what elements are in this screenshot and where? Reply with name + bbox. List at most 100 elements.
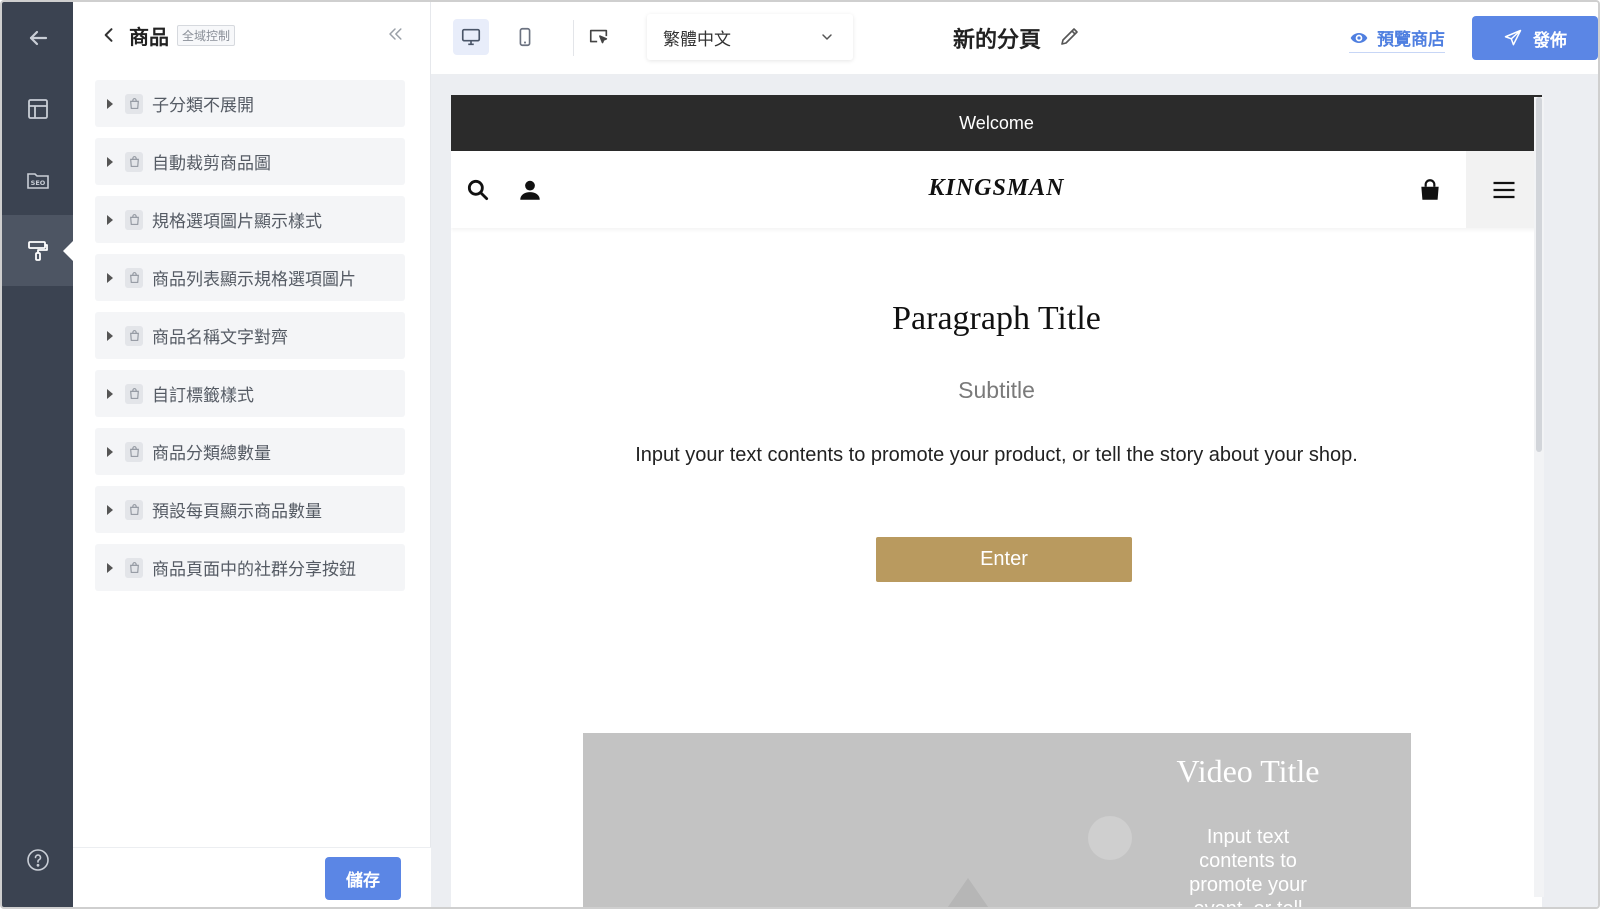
scrollbar-thumb[interactable] (1536, 97, 1542, 452)
publish-button[interactable]: 發佈 (1472, 16, 1598, 60)
panel-title: 商品 (129, 24, 169, 49)
bag-badge (125, 499, 143, 520)
setting-item-custom-label-style[interactable]: 自訂標籤樣式 (95, 370, 405, 417)
help-circle-icon (26, 848, 49, 871)
shopping-bag-icon (129, 214, 139, 225)
toolbar-divider (573, 20, 574, 56)
paint-roller-icon (27, 240, 48, 261)
video-title[interactable]: Video Title (1153, 753, 1343, 790)
save-button[interactable]: 儲存 (325, 857, 401, 900)
layout-icon (27, 98, 48, 119)
shopping-bag-icon[interactable] (1417, 177, 1443, 203)
preview-canvas: Welcome KINGSMAN Paragraph Title Subtitl… (431, 75, 1598, 907)
seo-label: SEO (30, 179, 45, 187)
shopping-bag-icon (129, 156, 139, 167)
caret-right-icon (107, 330, 113, 341)
setting-item-auto-crop[interactable]: 自動裁剪商品圖 (95, 138, 405, 185)
back-button[interactable] (2, 2, 73, 73)
setting-item-per-page-count[interactable]: 預設每頁顯示商品數量 (95, 486, 405, 533)
bag-badge (125, 93, 143, 114)
shopping-bag-icon (129, 388, 139, 399)
left-icon-rail: SEO (2, 2, 73, 907)
setting-label: 子分類不展開 (152, 96, 254, 116)
setting-label: 自訂標籤樣式 (152, 386, 254, 406)
bag-badge (125, 209, 143, 230)
paragraph-title[interactable]: Paragraph Title (451, 300, 1542, 338)
shopping-bag-icon (129, 272, 139, 283)
select-element-button[interactable] (581, 19, 617, 55)
bag-badge (125, 267, 143, 288)
language-select[interactable]: 繁體中文 (647, 14, 853, 60)
setting-label: 商品名稱文字對齊 (152, 328, 288, 348)
caret-right-icon (107, 562, 113, 573)
help-button[interactable] (2, 824, 73, 895)
caret-right-icon (107, 98, 113, 109)
video-block[interactable]: Video Title Input text contents to promo… (583, 733, 1411, 907)
announcement-bar[interactable]: Welcome (451, 95, 1542, 151)
store-header: KINGSMAN (451, 151, 1542, 228)
setting-label: 商品列表顯示規格選項圖片 (152, 270, 356, 290)
bag-badge (125, 383, 143, 404)
mobile-view-button[interactable] (507, 19, 543, 55)
top-toolbar: 繁體中文 新的分頁 預覽商店 發佈 (431, 2, 1598, 75)
caret-right-icon (107, 214, 113, 225)
video-text[interactable]: Input text contents to promote your even… (1173, 825, 1323, 907)
global-control-tag: 全域控制 (177, 24, 236, 46)
caret-right-icon (107, 156, 113, 167)
bag-badge (125, 441, 143, 462)
chevron-left-icon[interactable] (99, 25, 119, 45)
design-button[interactable] (2, 215, 73, 286)
bag-badge (125, 557, 143, 578)
shopping-bag-icon (129, 330, 139, 341)
caret-right-icon (107, 446, 113, 457)
store-preview: Welcome KINGSMAN Paragraph Title Subtitl… (451, 95, 1542, 907)
eye-icon (1350, 32, 1368, 43)
setting-label: 規格選項圖片顯示樣式 (152, 212, 322, 232)
settings-panel: 商品 全域控制 子分類不展開 自動裁剪商品圖 規格選項圖片顯示樣式 商品列表顯示… (73, 2, 431, 907)
setting-item-subcategory-collapse[interactable]: 子分類不展開 (95, 80, 405, 127)
paragraph-subtitle[interactable]: Subtitle (451, 377, 1542, 404)
collapse-panel-icon[interactable] (385, 24, 405, 44)
desktop-icon (461, 28, 481, 46)
setting-item-category-count[interactable]: 商品分類總數量 (95, 428, 405, 475)
hamburger-menu-button[interactable] (1466, 151, 1542, 228)
caret-right-icon (107, 388, 113, 399)
bag-badge (125, 325, 143, 346)
editor-window: SEO 商品 全域控制 子分類不展開 自動裁剪商品圖 規格選項圖片顯示樣式 商品… (0, 0, 1600, 909)
setting-label: 預設每頁顯示商品數量 (152, 502, 322, 522)
shopping-bag-icon (129, 504, 139, 515)
preview-scrollbar[interactable] (1534, 97, 1544, 897)
desktop-view-button[interactable] (453, 19, 489, 55)
enter-button[interactable]: Enter (876, 537, 1132, 582)
shopping-bag-icon (129, 98, 139, 109)
paragraph-body[interactable]: Input your text contents to promote your… (611, 441, 1382, 469)
language-value: 繁體中文 (663, 29, 731, 50)
page-name: 新的分頁 (953, 28, 1042, 53)
cursor-select-icon (589, 29, 608, 44)
setting-item-social-share[interactable]: 商品頁面中的社群分享按鈕 (95, 544, 405, 591)
mobile-icon (519, 27, 531, 47)
setting-item-variant-image-style[interactable]: 規格選項圖片顯示樣式 (95, 196, 405, 243)
caret-right-icon (107, 504, 113, 515)
setting-list: 子分類不展開 自動裁剪商品圖 規格選項圖片顯示樣式 商品列表顯示規格選項圖片 商 (95, 80, 405, 602)
shopping-bag-icon (129, 562, 139, 573)
hamburger-menu-icon (1493, 181, 1515, 198)
store-logo[interactable]: KINGSMAN (451, 175, 1542, 202)
preview-store-link[interactable]: 預覽商店 (1349, 25, 1445, 53)
pencil-icon[interactable] (1058, 24, 1082, 48)
send-icon (1504, 29, 1522, 46)
setting-item-list-variant-images[interactable]: 商品列表顯示規格選項圖片 (95, 254, 405, 301)
setting-label: 自動裁剪商品圖 (152, 154, 271, 174)
chevron-down-icon (822, 34, 832, 40)
bag-badge (125, 151, 143, 172)
preview-label: 預覽商店 (1377, 30, 1445, 50)
seo-folder-icon: SEO (26, 172, 49, 189)
setting-item-name-alignment[interactable]: 商品名稱文字對齊 (95, 312, 405, 359)
caret-right-icon (107, 272, 113, 283)
layout-button[interactable] (2, 73, 73, 144)
shopping-bag-icon (129, 446, 139, 457)
panel-footer: 儲存 (73, 847, 431, 907)
setting-label: 商品頁面中的社群分享按鈕 (152, 560, 356, 580)
seo-button[interactable]: SEO (2, 144, 73, 215)
image-placeholder-icon (947, 816, 1132, 907)
